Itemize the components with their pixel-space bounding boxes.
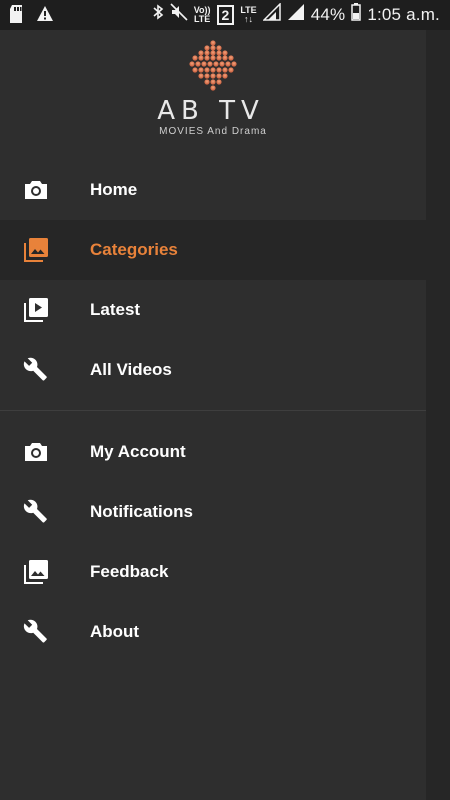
sd-card-icon [8,4,26,29]
lte-indicator: LTE ↑↓ [240,4,257,24]
bluetooth-icon [152,3,164,26]
nav-item-about[interactable]: About [0,602,426,662]
battery-percent: 44% [310,4,346,24]
scrim-edge[interactable] [426,30,450,800]
camera-icon [22,176,50,204]
nav-item-label: My Account [90,442,186,461]
video-library-icon [22,296,50,324]
nav-item-label: Home [90,180,138,199]
app-tagline: MOVIES And Drama [159,126,267,137]
signal-icon [261,2,281,26]
navigation-drawer: AB TV MOVIES And Drama Home Categories L… [0,30,426,800]
nav-item-label: Feedback [90,562,169,581]
diamond-logo-icon [189,40,237,91]
camera-icon [22,438,50,466]
signal-icon [287,3,305,26]
nav-item-label: All Videos [90,360,172,379]
section-divider [0,410,426,411]
photo-library-icon [22,558,50,586]
nav-item-label: Notifications [90,502,193,521]
clock: 1:05 a.m. [367,4,440,24]
photo-library-icon [22,236,50,264]
nav-item-categories[interactable]: Categories [0,220,426,280]
volte-indicator: Vo)) LTE [193,4,211,24]
nav-item-my-account[interactable]: My Account [0,422,426,482]
nav-item-all-videos[interactable]: All Videos [0,340,426,400]
nav-item-label: About [90,622,140,641]
nav-item-latest[interactable]: Latest [0,280,426,340]
battery-icon [351,3,362,26]
nav-item-label: Latest [90,300,141,319]
nav-item-feedback[interactable]: Feedback [0,542,426,602]
nav-item-notifications[interactable]: Notifications [0,482,426,542]
sim-slot-indicator: 2 [216,4,235,25]
mute-icon [170,3,188,26]
warning-icon [36,5,54,28]
status-bar: Vo)) LTE 2 LTE ↑↓ 44% 1:05 a.m. [0,0,450,30]
nav-item-label: Categories [90,240,178,259]
wrench-icon [22,498,50,526]
wrench-icon [22,356,50,384]
app-title: AB TV [157,96,265,126]
nav-item-home[interactable]: Home [0,160,426,220]
wrench-icon [22,618,50,646]
app-logo: AB TV MOVIES And Drama [0,30,426,150]
